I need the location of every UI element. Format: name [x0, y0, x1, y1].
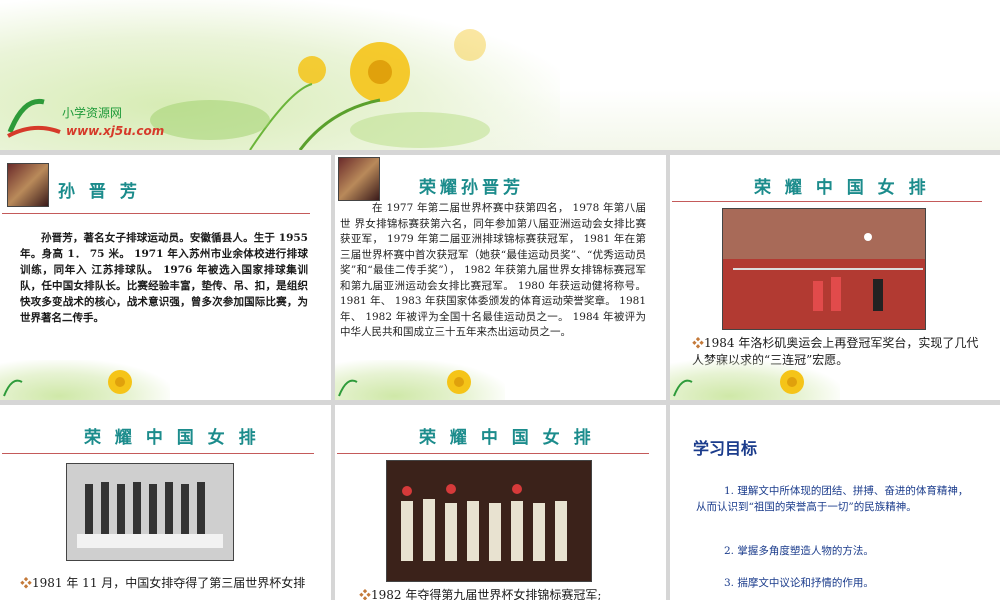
slide-title: 荣 耀 中 国 女 排	[754, 178, 930, 198]
slide-title: 孙 晋 芳	[58, 182, 141, 202]
slide-thumbnail-6[interactable]: 学习目标 1. 理解文中所体现的团结、拼搏、奋进的体育精神，从而认识到“祖国的荣…	[670, 405, 1000, 600]
bullet-icon: ❖	[692, 336, 705, 350]
slide-title: 学习目标	[693, 439, 758, 458]
title-divider	[2, 213, 310, 214]
title-divider	[672, 201, 982, 202]
bullet-icon: ❖	[359, 588, 372, 600]
slide-title: 荣 耀 中 国 女 排	[419, 428, 595, 448]
slide-thumbnail-2[interactable]: 荣耀孙晋芳 在 1977 年第二届世界杯赛中获第四名， 1978 年第八届世 界…	[335, 155, 666, 400]
team-podium-photo	[66, 463, 234, 561]
photo-caption: ❖1982 年夺得第九届世界杯女排锦标赛冠军;	[359, 588, 602, 600]
footer-flower-decoration	[0, 360, 170, 400]
slide-thumbnail-1[interactable]: 孙 晋 芳 孙晋芳，著名女子排球运动员。安徽循县人。生于 1955 年。身高 1…	[0, 155, 331, 400]
title-divider	[2, 453, 314, 454]
slide-thumbnail-5[interactable]: 荣 耀 中 国 女 排 ❖1982 年夺得第九届世界杯女排锦标赛冠军;	[335, 405, 666, 600]
site-logo-icon	[7, 98, 61, 138]
learning-goal-1: 1. 理解文中所体现的团结、拼搏、奋进的体育精神，从而认识到“祖国的荣誉高于一切…	[696, 485, 969, 513]
volleyball-match-photo	[722, 208, 926, 330]
site-brand: 小学资源网	[62, 106, 123, 120]
portrait-image	[7, 163, 49, 207]
photo-caption: ❖1981 年 11 月，中国女排夺得了第三届世界杯女排	[20, 576, 306, 590]
header-banner: 小学资源网 www.xj5u.com	[0, 0, 1000, 150]
slide-title: 荣 耀 中 国 女 排	[84, 428, 260, 448]
site-url: www.xj5u.com	[66, 124, 165, 138]
learning-goal-3: 3. 揣摩文中议论和抒情的作用。	[724, 577, 874, 589]
footer-flower-decoration	[335, 360, 505, 400]
title-divider	[337, 453, 649, 454]
bullet-icon: ❖	[20, 576, 33, 590]
learning-goal-2: 2. 掌握多角度塑造人物的方法。	[724, 545, 874, 557]
team-celebration-photo	[386, 460, 592, 582]
slide-thumbnail-3[interactable]: 荣 耀 中 国 女 排 ❖1984 年洛杉矶奥运会上再登冠军奖台，实现了几代人梦…	[670, 155, 1000, 400]
slide-thumbnail-4[interactable]: 荣 耀 中 国 女 排 ❖1981 年 11 月，中国女排夺得了第三届世界杯女排	[0, 405, 331, 600]
slide-body-text: 在 1977 年第二届世界杯赛中获第四名， 1978 年第八届世 界女排锦标赛获…	[340, 202, 646, 338]
slide-body-text: 孙晋芳，著名女子排球运动员。安徽循县人。生于 1955 年。身高 1． 75 米…	[20, 232, 308, 324]
slide-title: 荣耀孙晋芳	[419, 178, 524, 198]
footer-flower-decoration	[670, 360, 840, 400]
portrait-image	[338, 157, 380, 201]
